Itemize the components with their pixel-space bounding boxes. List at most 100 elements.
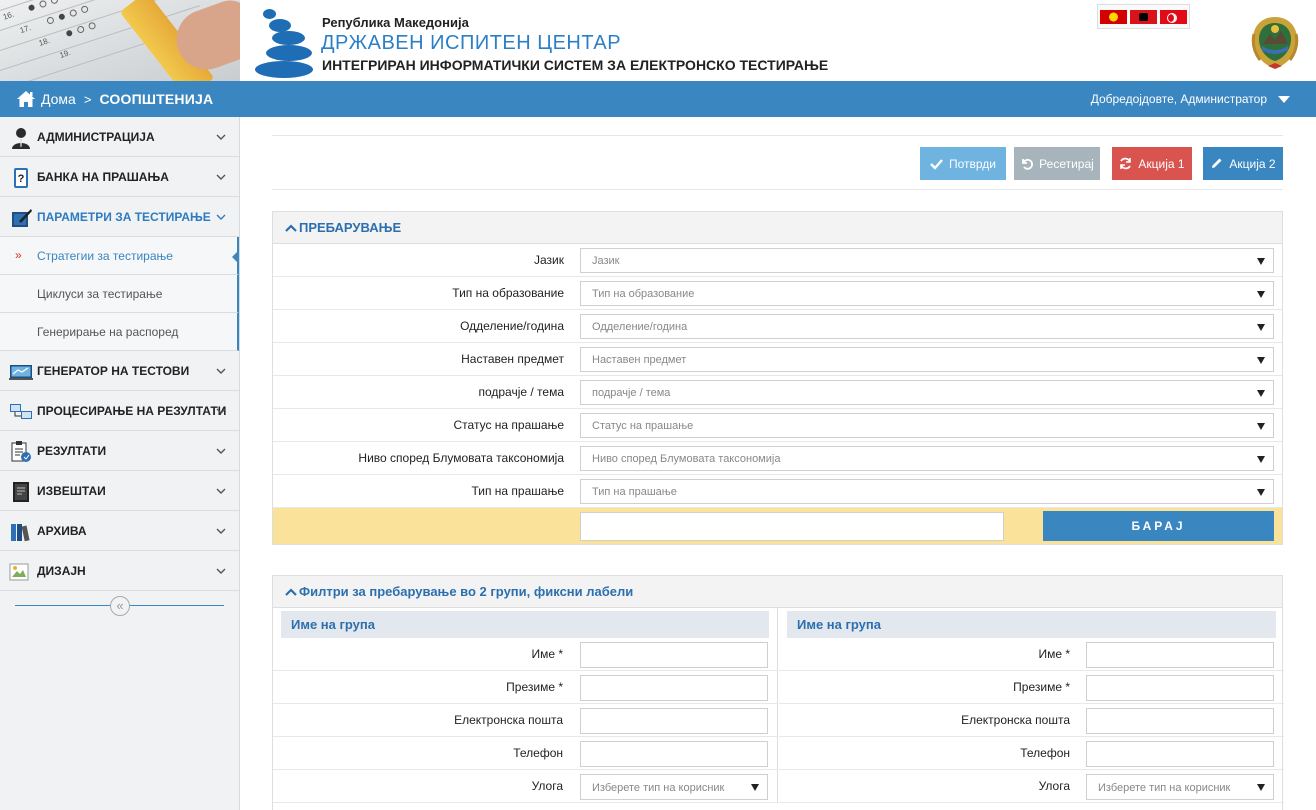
field-label: Електронска пошта	[454, 713, 563, 727]
sidebar-item-question-bank[interactable]: ? БАНКА НА ПРАШАЊА	[0, 157, 239, 197]
sidebar-item-administration[interactable]: АДМИНИСТРАЦИЈА	[0, 117, 239, 157]
breadcrumb-home-link[interactable]: Дома	[41, 91, 76, 107]
welcome-text[interactable]: Добредојдовте, Администратор	[1091, 92, 1267, 106]
chevron-up-icon[interactable]	[285, 223, 297, 232]
dropdown-arrow-icon	[1257, 784, 1265, 791]
site-header: 16. 17. 18. 19. Република Македонија ДРЖ…	[0, 0, 1316, 81]
role-select[interactable]: Изберете тип на корисник	[1086, 774, 1274, 800]
breadcrumb: Дома > СООПШТЕНИЈА	[16, 81, 213, 117]
select-placeholder: Одделение/година	[592, 321, 688, 333]
filter-row-bloom-level: Ниво според Блумовата таксономија Ниво с…	[273, 442, 1282, 475]
search-panel-header[interactable]: ПРЕБАРУВАЊЕ	[273, 212, 1282, 244]
caret-down-icon[interactable]	[1278, 95, 1290, 103]
action-2-button[interactable]: Акција 2	[1203, 147, 1283, 180]
results-icon	[11, 441, 31, 462]
sidebar-item-reports[interactable]: ИЗВЕШТАИ	[0, 471, 239, 511]
filter-row-grade: Одделение/година Одделение/година	[273, 310, 1282, 343]
select-placeholder: Тип на образование	[592, 288, 695, 300]
form-row-email: Електронска пошта	[779, 704, 1284, 737]
sidebar-subitem-test-strategies[interactable]: » Стратегии за тестирање	[0, 237, 239, 275]
sidebar-subitem-schedule-generation[interactable]: Генерирање на распоред	[0, 313, 239, 351]
flag-turkey-icon[interactable]	[1160, 9, 1187, 24]
flag-albania-icon[interactable]	[1130, 9, 1157, 24]
chevron-down-icon[interactable]	[216, 212, 226, 222]
last-name-input[interactable]	[1086, 675, 1274, 701]
form-row-first-name: Име *	[273, 638, 777, 671]
chevron-down-icon[interactable]	[216, 406, 226, 416]
form-row-email: Електронска пошта	[273, 704, 777, 737]
sidebar-subitem-test-cycles[interactable]: Циклуси за тестирање	[0, 275, 239, 313]
chevron-down-icon[interactable]	[216, 132, 226, 142]
group-filter-panel-header[interactable]: Филтри за пребарување во 2 групи, фиксни…	[273, 576, 1282, 608]
select-placeholder: подрачје / тема	[592, 387, 671, 399]
chevron-down-icon[interactable]	[216, 172, 226, 182]
select-placeholder: Ниво според Блумовата таксономија	[592, 453, 781, 465]
user-menu[interactable]: Добредојдовте, Администратор	[1091, 81, 1290, 117]
phone-input[interactable]	[1086, 741, 1274, 767]
grade-select[interactable]: Одделение/година	[580, 314, 1274, 339]
question-type-select[interactable]: Тип на прашање	[580, 479, 1274, 504]
search-input[interactable]	[580, 512, 1004, 541]
sidebar-item-design[interactable]: ДИЗАЈН	[0, 551, 239, 591]
sidebar-item-label: РЕЗУЛТАТИ	[37, 443, 107, 458]
home-icon[interactable]	[16, 90, 36, 108]
sidebar-subitem-label: Генерирање на распоред	[37, 324, 179, 339]
email-input[interactable]	[580, 708, 768, 734]
field-label: Телефон	[1020, 746, 1070, 760]
action-1-button[interactable]: Акција 1	[1112, 147, 1192, 180]
email-input[interactable]	[1086, 708, 1274, 734]
field-label: Ниво според Блумовата таксономија	[358, 451, 564, 465]
pencil-icon	[1212, 158, 1222, 168]
sidebar-item-test-parameters[interactable]: ПАРАМЕТРИ ЗА ТЕСТИРАЊЕ	[0, 197, 239, 237]
chevron-up-icon[interactable]	[285, 587, 297, 596]
sidebar: АДМИНИСТРАЦИЈА ? БАНКА НА ПРАШАЊА ПАРАМЕ…	[0, 117, 240, 810]
confirm-button[interactable]: Потврди	[920, 147, 1006, 180]
action-2-button-label: Акција 2	[1229, 156, 1276, 171]
language-select[interactable]: Јазик	[580, 248, 1274, 273]
sidebar-item-result-processing[interactable]: ПРОЦЕСИРАЊЕ НА РЕЗУЛТАТИ	[0, 391, 239, 431]
collapse-sidebar-icon[interactable]: «	[110, 596, 130, 616]
active-pointer-icon	[232, 250, 239, 264]
topic-select[interactable]: подрачје / тема	[580, 380, 1274, 405]
education-type-select[interactable]: Тип на образование	[580, 281, 1274, 306]
action-1-button-label: Акција 1	[1138, 156, 1185, 171]
chevron-down-icon[interactable]	[216, 566, 226, 576]
flag-macedonia-icon[interactable]	[1100, 9, 1127, 24]
language-switcher	[1097, 4, 1190, 29]
subject-select[interactable]: Наставен предмет	[580, 347, 1274, 372]
chevron-down-icon[interactable]	[216, 366, 226, 376]
sidebar-item-label: ПРОЦЕСИРАЊЕ НА РЕЗУЛТАТИ	[37, 403, 227, 418]
phone-input[interactable]	[580, 741, 768, 767]
search-button[interactable]: БАРАЈ	[1043, 511, 1274, 541]
first-name-input[interactable]	[580, 642, 768, 668]
form-row-role: Улога Изберете тип на корисник	[273, 770, 777, 803]
sidebar-item-label: АРХИВА	[37, 523, 87, 538]
first-name-input[interactable]	[1086, 642, 1274, 668]
select-placeholder: Статус на прашање	[592, 420, 694, 432]
archive-icon	[11, 524, 30, 542]
sidebar-item-archive[interactable]: АРХИВА	[0, 511, 239, 551]
field-label: Тип на прашање	[471, 484, 564, 498]
role-select[interactable]: Изберете тип на корисник	[580, 774, 768, 800]
chevron-down-icon[interactable]	[216, 446, 226, 456]
select-placeholder: Изберете тип на корисник	[592, 782, 725, 794]
state-emblem-icon	[1251, 17, 1299, 69]
sidebar-item-label: ДИЗАЈН	[37, 563, 86, 578]
field-label: Статус на прашање	[453, 418, 564, 432]
dropdown-arrow-icon	[1257, 357, 1265, 364]
sidebar-item-results[interactable]: РЕЗУЛТАТИ	[0, 431, 239, 471]
last-name-input[interactable]	[580, 675, 768, 701]
reset-button[interactable]: Ресетирај	[1014, 147, 1100, 180]
filter-row-education-type: Тип на образование Тип на образование	[273, 277, 1282, 310]
filter-row-subject: Наставен предмет Наставен предмет	[273, 343, 1282, 376]
form-row-phone: Телефон	[779, 737, 1284, 770]
chevron-down-icon[interactable]	[216, 526, 226, 536]
divider	[272, 135, 1283, 136]
reports-icon	[13, 482, 29, 502]
select-placeholder: Тип на прашање	[592, 486, 677, 498]
sidebar-item-test-generator[interactable]: ГЕНЕРАТОР НА ТЕСТОВИ	[0, 351, 239, 391]
filter-group-2: Име на група Име * Презиме * Електронска…	[779, 608, 1284, 803]
bloom-level-select[interactable]: Ниво според Блумовата таксономија	[580, 446, 1274, 471]
question-status-select[interactable]: Статус на прашање	[580, 413, 1274, 438]
chevron-down-icon[interactable]	[216, 486, 226, 496]
